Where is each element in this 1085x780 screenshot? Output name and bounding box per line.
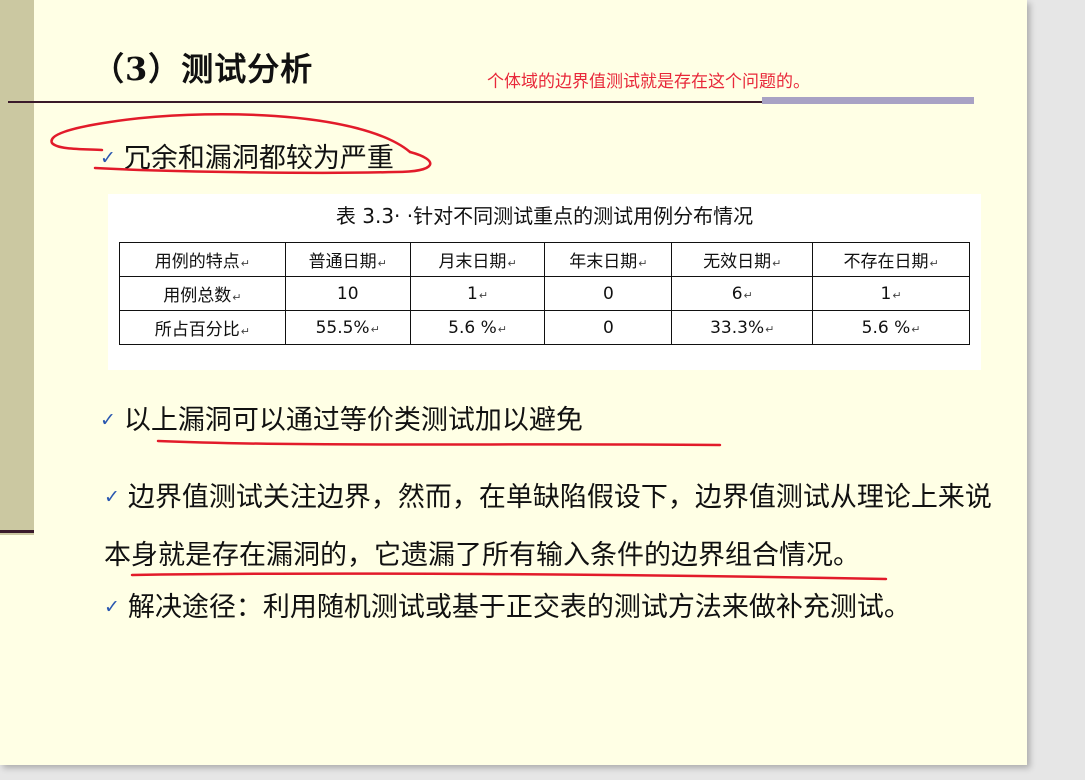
table-cell: 0 — [544, 276, 673, 311]
bullet-item-2: ✓ 以上漏洞可以通过等价类测试加以避免 — [100, 398, 583, 437]
checkmark-icon: ✓ — [100, 147, 116, 169]
table-cell: 5.6 %↵ — [812, 310, 970, 345]
table-cell: 0 — [544, 310, 673, 345]
slide: （3）测试分析 个体域的边界值测试就是存在这个问题的。 ✓ 冗余和漏洞都较为严重 … — [0, 0, 1027, 765]
table-caption: 表 3.3· ·针对不同测试重点的测试用例分布情况 — [335, 204, 754, 228]
table-header-cell: 不存在日期↵ — [812, 242, 970, 277]
table-header-cell: 普通日期↵ — [284, 242, 411, 277]
left-decorative-band — [0, 0, 34, 535]
table-cell: 5.6 %↵ — [409, 310, 546, 345]
ink-underline-bullet-2 — [156, 439, 722, 447]
slide-title: （3）测试分析 — [92, 50, 314, 88]
table-row: 用例总数↵ 10 1↵ 0 6↵ 1↵ — [119, 276, 970, 311]
bullet-item-4: ✓ 解决途径：利用随机测试或基于正交表的测试方法来做补充测试。 — [104, 585, 911, 624]
table-cell: 10 — [284, 276, 411, 311]
bullet-text-3: 边界值测试关注边界，然而，在单缺陷假设下，边界值测试从理论上来说本身就是存在漏洞… — [104, 482, 992, 571]
title-divider-accent — [762, 97, 974, 104]
table-row: 所占百分比↵ 55.5%↵ 5.6 %↵ 0 33.3%↵ 5.6 %↵ — [119, 310, 970, 345]
bullet-item-3: ✓ 边界值测试关注边界，然而，在单缺陷假设下，边界值测试从理论上来说本身就是存在漏… — [104, 470, 1014, 583]
table-header-cell: 月末日期↵ — [409, 242, 546, 277]
table-header-cell: 用例的特点↵ — [119, 242, 286, 277]
bullet-text-4: 解决途径：利用随机测试或基于正交表的测试方法来做补充测试。 — [127, 592, 911, 623]
table-cell: 用例总数↵ — [119, 276, 286, 311]
table-header-row: 用例的特点↵ 普通日期↵ 月末日期↵ 年末日期↵ 无效日期↵ 不存在日期↵ — [119, 242, 970, 277]
bullet-text-1: 冗余和漏洞都较为严重 — [123, 143, 394, 174]
handwritten-annotation: 个体域的边界值测试就是存在这个问题的。 — [487, 72, 810, 92]
test-case-distribution-table: 用例的特点↵ 普通日期↵ 月末日期↵ 年末日期↵ 无效日期↵ 不存在日期↵ 用例… — [119, 242, 970, 345]
checkmark-icon: ✓ — [100, 409, 116, 431]
table-cell: 所占百分比↵ — [119, 310, 286, 345]
checkmark-icon: ✓ — [104, 486, 120, 508]
checkmark-icon: ✓ — [104, 596, 120, 618]
table-cell: 6↵ — [671, 276, 814, 311]
ink-annotations — [50, 112, 888, 581]
left-band-divider — [0, 530, 34, 533]
bullet-item-1: ✓ 冗余和漏洞都较为严重 — [100, 136, 394, 175]
table-cell: 55.5%↵ — [284, 310, 411, 345]
bullet-text-2: 以上漏洞可以通过等价类测试加以避免 — [123, 405, 583, 436]
table-header-cell: 年末日期↵ — [544, 242, 673, 277]
table-cell: 1↵ — [812, 276, 970, 311]
table-cell: 1↵ — [409, 276, 546, 311]
table-header-cell: 无效日期↵ — [671, 242, 814, 277]
table-figure: 表 3.3· ·针对不同测试重点的测试用例分布情况 用例的特点↵ 普通日期↵ 月… — [108, 194, 981, 370]
table-cell: 33.3%↵ — [671, 310, 814, 345]
